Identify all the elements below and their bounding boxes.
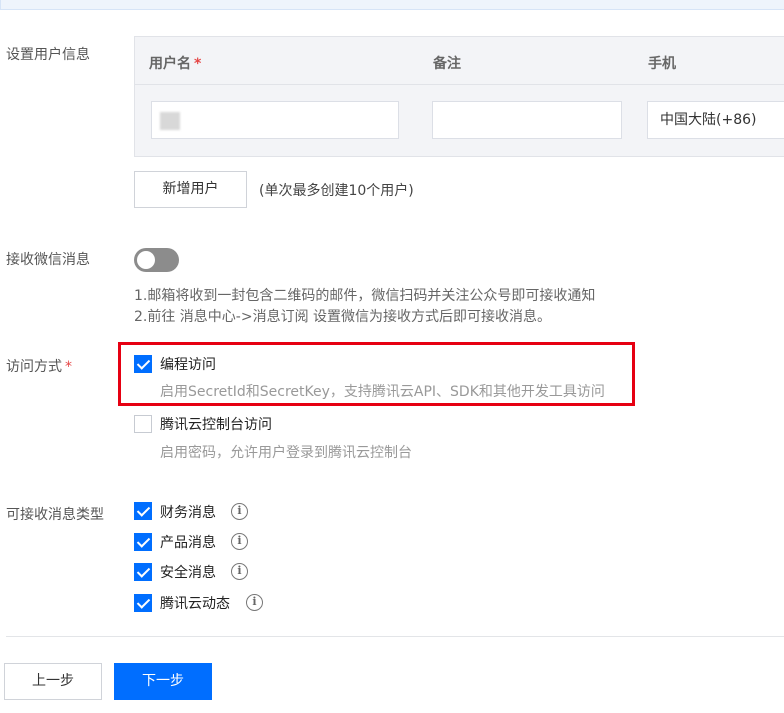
wechat-label: 接收微信消息 (6, 252, 90, 268)
product-info-icon[interactable]: i (231, 533, 248, 550)
wechat-desc-line1: 1.邮箱将收到一封包含二维码的邮件，微信扫码并关注公众号即可接收通知 (134, 288, 596, 304)
table-header-divider (135, 84, 784, 85)
wechat-toggle[interactable] (134, 248, 179, 272)
toggle-knob (137, 251, 155, 269)
security-message-label[interactable]: 安全消息 (160, 562, 216, 582)
finance-message-checkbox[interactable] (134, 502, 152, 520)
redacted-username (160, 112, 180, 130)
finance-info-icon[interactable]: i (231, 503, 248, 520)
info-banner (0, 0, 784, 10)
prev-step-button[interactable]: 上一步 (4, 663, 102, 700)
access-label: 访问方式 * (6, 359, 72, 375)
username-header: 用户名 * (149, 56, 202, 72)
remark-header: 备注 (433, 56, 461, 72)
annotation-highlight-box (118, 342, 635, 406)
wechat-desc-line2: 2.前往 消息中心->消息订阅 设置微信为接收方式后即可接收消息。 (134, 309, 552, 325)
security-message-checkbox[interactable] (134, 563, 152, 581)
console-access-checkbox[interactable] (134, 415, 152, 433)
next-step-button[interactable]: 下一步 (114, 663, 212, 700)
footer-divider (6, 636, 784, 637)
security-info-icon[interactable]: i (231, 563, 248, 580)
add-user-hint: (单次最多创建10个用户) (259, 183, 414, 199)
product-message-checkbox[interactable] (134, 533, 152, 551)
phone-header: 手机 (648, 56, 676, 72)
console-access-label[interactable]: 腾讯云控制台访问 (160, 414, 272, 434)
console-access-desc: 启用密码，允许用户登录到腾讯云控制台 (160, 445, 412, 461)
add-user-button[interactable]: 新增用户 (134, 171, 247, 208)
user-table: 用户名 * 备注 手机 中国大陆(+86) (134, 36, 784, 157)
product-message-label[interactable]: 产品消息 (160, 532, 216, 552)
cloud-news-info-icon[interactable]: i (246, 594, 263, 611)
username-input[interactable] (151, 101, 399, 139)
finance-message-label[interactable]: 财务消息 (160, 502, 216, 522)
user-info-label: 设置用户信息 (6, 47, 90, 63)
message-types-label: 可接收消息类型 (6, 507, 104, 523)
cloud-news-label[interactable]: 腾讯云动态 (160, 593, 230, 613)
phone-region-select[interactable]: 中国大陆(+86) (647, 101, 784, 139)
remark-input[interactable] (432, 101, 622, 139)
cloud-news-checkbox[interactable] (134, 594, 152, 612)
